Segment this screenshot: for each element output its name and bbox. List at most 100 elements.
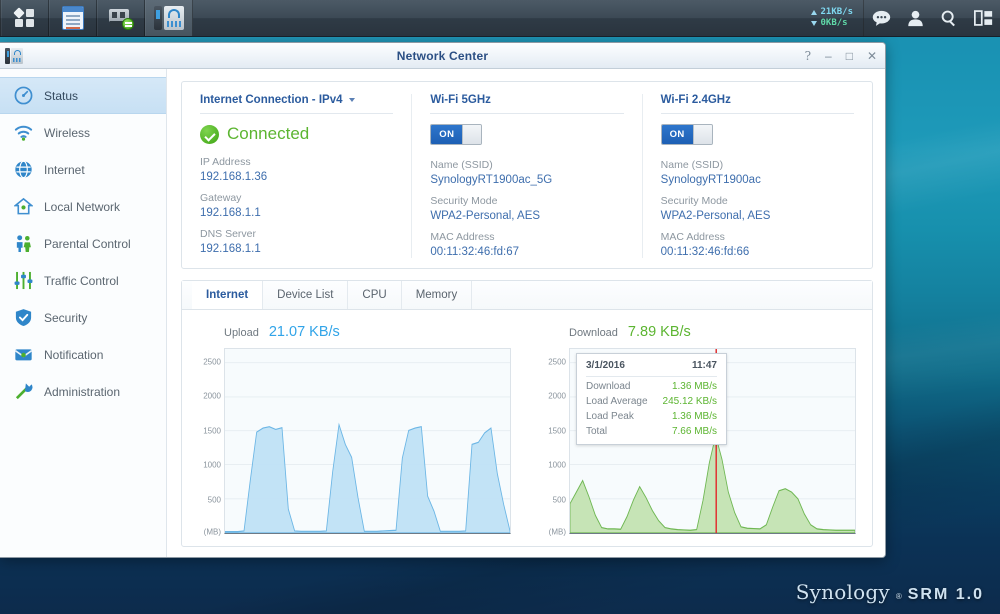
synology-branding: Synology ® SRM 1.0 — [796, 580, 984, 604]
sidebar-item-wireless[interactable]: Wireless — [0, 114, 166, 151]
taskbar: 21KB/s 0KB/s — [0, 0, 1000, 37]
sidebar-item-status[interactable]: Status — [0, 77, 166, 114]
tooltip-row: Load Average 245.12 KB/s — [586, 396, 717, 407]
search-button[interactable] — [932, 0, 966, 36]
sidebar-item-parental-control[interactable]: Parental Control — [0, 225, 166, 262]
tooltip-value: 1.36 MB/s — [671, 381, 717, 392]
tooltip-value: 7.66 MB/s — [671, 426, 717, 437]
wifi-5ghz-security-label: Security Mode — [430, 195, 498, 207]
toggle-knob — [692, 125, 712, 144]
maximize-button[interactable]: □ — [846, 50, 853, 62]
wifi-5ghz-toggle[interactable]: ON — [430, 124, 483, 145]
download-plot-area[interactable]: 3/1/2016 11:47 Download 1.36 MB/s Load A… — [569, 348, 856, 534]
sidebar-item-label: Administration — [44, 384, 121, 399]
wifi-5ghz-title: Wi-Fi 5GHz — [430, 94, 491, 106]
internet-connection-title: Internet Connection - IPv4 — [200, 94, 343, 106]
sidebar-item-internet[interactable]: Internet — [0, 151, 166, 188]
sidebar-item-label: Internet — [44, 162, 85, 177]
charts-container: Upload 21.07 KB/s 2500 2000 1500 1000 50… — [182, 310, 872, 546]
y-tick: 1500 — [548, 426, 566, 436]
close-button[interactable]: ✕ — [867, 50, 877, 62]
tools-icon — [15, 383, 33, 400]
network-center-window: Network Center ? – □ ✕ Status Wireless I… — [0, 42, 886, 558]
y-tick: 1500 — [203, 426, 221, 436]
taskbar-main-menu-button[interactable] — [1, 0, 49, 36]
chevron-down-icon[interactable] — [348, 98, 355, 102]
dns-server-value: 192.168.1.1 — [200, 243, 261, 255]
upload-y-axis: 2500 2000 1500 1000 500 (MB) — [198, 348, 224, 537]
status-overview-panel: Internet Connection - IPv4 Connected IP … — [181, 81, 873, 269]
window-controls: ? – □ ✕ — [805, 50, 885, 62]
wifi-24ghz-mac-value: 00:11:32:46:fd:66 — [660, 246, 750, 258]
taskbar-spacer — [193, 0, 807, 36]
wifi-24ghz-mac-label: MAC Address — [660, 231, 725, 243]
y-tick: 2500 — [548, 357, 566, 367]
wifi-5ghz-toggle-label: ON — [431, 125, 463, 144]
brand-name: Synology — [795, 580, 890, 604]
window-titlebar[interactable]: Network Center ? – □ ✕ — [0, 43, 885, 69]
brand-product: SRM 1.0 — [907, 586, 984, 603]
upload-label: Upload — [224, 327, 259, 339]
grid-menu-icon — [13, 7, 36, 28]
sidebar-item-label: Status — [44, 88, 79, 103]
sidebar-item-security[interactable]: Security — [0, 299, 166, 336]
tooltip-key: Download — [586, 381, 631, 392]
sidebar-item-label: Traffic Control — [44, 273, 119, 288]
widgets-button[interactable] — [966, 0, 1000, 36]
dns-server-label: DNS Server — [200, 228, 257, 240]
minimize-button[interactable]: – — [825, 50, 832, 62]
tab-memory[interactable]: Memory — [402, 281, 473, 309]
tooltip-value: 1.36 MB/s — [671, 411, 717, 422]
taskbar-usb-device-button[interactable] — [97, 0, 145, 36]
sidebar-item-administration[interactable]: Administration — [0, 373, 166, 410]
document-icon — [62, 6, 84, 30]
wifi-24ghz-toggle[interactable]: ON — [660, 124, 713, 145]
upload-series-path — [225, 422, 510, 533]
wifi-5ghz-ssid-label: Name (SSID) — [430, 159, 493, 171]
y-tick: 1000 — [203, 460, 221, 470]
upload-chart-header: Upload 21.07 KB/s — [198, 324, 511, 340]
tooltip-row: Total 7.66 MB/s — [586, 426, 717, 437]
usb-drive-icon — [109, 7, 134, 30]
tab-internet[interactable]: Internet — [192, 281, 264, 309]
gateway-value: 192.168.1.1 — [200, 207, 261, 219]
gateway-label: Gateway — [200, 192, 242, 204]
y-tick: 500 — [207, 495, 221, 505]
tooltip-header: 3/1/2016 11:47 — [586, 360, 717, 377]
sidebar-item-label: Local Network — [44, 199, 121, 214]
download-series-path — [570, 433, 855, 533]
tab-cpu[interactable]: CPU — [348, 281, 402, 309]
check-circle-icon — [200, 124, 219, 144]
tab-bar: Internet Device List CPU Memory — [182, 281, 872, 310]
internet-connection-heading[interactable]: Internet Connection - IPv4 — [200, 94, 394, 114]
tooltip-time: 11:47 — [691, 360, 717, 371]
notifications-button[interactable] — [864, 0, 898, 36]
taskbar-upload-speed: 21KB/s — [820, 7, 853, 17]
sidebar-item-traffic-control[interactable]: Traffic Control — [0, 262, 166, 299]
upload-chart: Upload 21.07 KB/s 2500 2000 1500 1000 50… — [198, 324, 511, 537]
download-plot-wrap: 2500 2000 1500 1000 500 (MB) 3/1/2016 11… — [543, 348, 856, 537]
people-icon — [16, 235, 31, 253]
help-button[interactable]: ? — [805, 50, 811, 62]
traffic-panel: Internet Device List CPU Memory Upload 2… — [181, 280, 873, 547]
upload-unit-label: (MB) — [203, 527, 221, 537]
y-tick: 500 — [552, 495, 566, 505]
tab-device-list[interactable]: Device List — [263, 281, 349, 309]
taskbar-package-center-button[interactable] — [49, 0, 97, 36]
shield-icon — [15, 309, 32, 327]
y-tick: 2500 — [203, 357, 221, 367]
network-speed-widget[interactable]: 21KB/s 0KB/s — [807, 0, 863, 36]
tooltip-key: Total — [586, 426, 608, 437]
download-unit-label: (MB) — [548, 527, 566, 537]
taskbar-network-center-button[interactable] — [145, 0, 193, 36]
chart-tooltip: 3/1/2016 11:47 Download 1.36 MB/s Load A… — [576, 353, 727, 445]
sidebar-item-local-network[interactable]: Local Network — [0, 188, 166, 225]
wifi-24ghz-security-value: WPA2-Personal, AES — [660, 210, 771, 222]
sidebar-item-notification[interactable]: Notification — [0, 336, 166, 373]
tooltip-row: Download 1.36 MB/s — [586, 381, 717, 392]
wifi-5ghz-mac-label: MAC Address — [430, 231, 495, 243]
wifi-24ghz-card: Wi-Fi 2.4GHz ON Name (SSID) SynologyRT19… — [641, 94, 872, 258]
user-account-button[interactable] — [898, 0, 932, 36]
upload-plot-wrap: 2500 2000 1500 1000 500 (MB) — [198, 348, 511, 537]
upload-plot-area[interactable] — [224, 348, 511, 534]
